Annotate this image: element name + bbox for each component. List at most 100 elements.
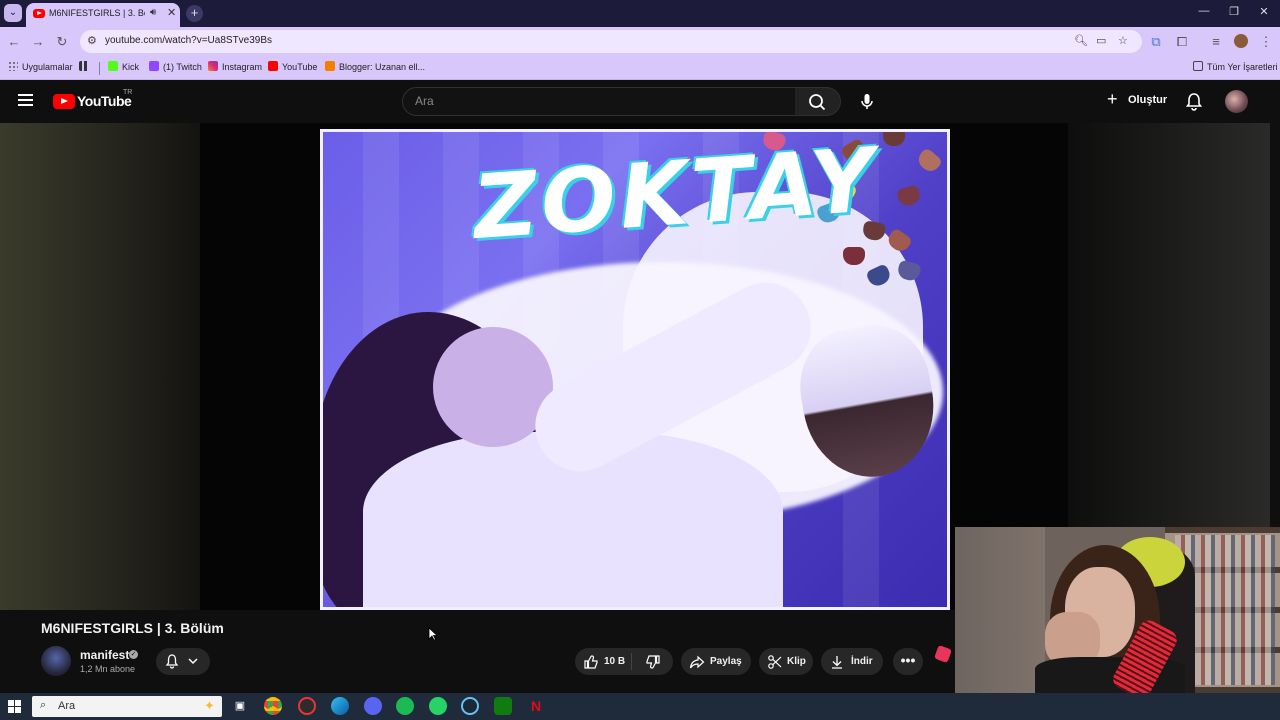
bookmark-blogger[interactable]: Blogger: Uzanan ell... [325, 61, 425, 72]
new-tab-button[interactable]: + [186, 5, 203, 22]
site-info-icon[interactable]: ⚙ [87, 34, 97, 47]
restore-icon[interactable]: ❐ [1224, 5, 1244, 18]
close-window-icon[interactable]: ✕ [1254, 5, 1274, 18]
edge-icon[interactable] [331, 697, 349, 715]
chevron-down-icon [188, 658, 198, 665]
minimize-icon[interactable]: — [1194, 5, 1214, 17]
capsule-image [883, 132, 905, 146]
steam-icon[interactable] [461, 697, 479, 715]
bookmark-apps[interactable]: Uygulamalar [8, 61, 73, 72]
folder-icon [1193, 61, 1203, 71]
subscription-bell-button[interactable] [156, 648, 210, 675]
spotify-icon[interactable] [396, 697, 414, 715]
back-icon[interactable]: ← [6, 34, 22, 49]
shorts-icon[interactable] [934, 645, 952, 663]
translate-icon[interactable]: ⧉ [1148, 34, 1164, 50]
share-icon [689, 655, 705, 669]
search-input[interactable] [415, 94, 775, 108]
extensions-icon[interactable]: ⧠ [1174, 34, 1190, 50]
copilot-sparkle-icon: ✦ [204, 698, 215, 713]
create-label: Oluştur [1128, 94, 1168, 106]
bookmark-star-icon[interactable]: ☆ [1118, 34, 1128, 47]
bookmark-youtube[interactable]: YouTube [268, 61, 317, 72]
zoom-icon[interactable]: 🔍︎ [1074, 34, 1088, 47]
more-menu-icon[interactable]: ⋮ [1258, 34, 1274, 50]
chrome-icon[interactable] [264, 697, 282, 715]
clip-label: Klip [787, 656, 806, 667]
instagram-icon [208, 61, 218, 71]
tab-close-icon[interactable]: ✕ [167, 6, 176, 19]
plus-icon: + [1107, 89, 1118, 109]
bookmark-separator [99, 62, 100, 75]
address-bar[interactable]: ⚙ youtube.com/watch?v=Ua8STve39Bs 🔍︎ ▭ ☆ [80, 30, 1142, 53]
voice-search-button[interactable] [852, 87, 882, 116]
hamburger-menu-icon[interactable] [18, 94, 33, 106]
subscriber-count: 1,2 Mn abone [80, 664, 136, 674]
scissors-icon [768, 655, 782, 669]
capsule-image [843, 247, 865, 265]
notifications-button[interactable] [1183, 90, 1205, 112]
tab-title: M6NIFESTGIRLS | 3. Bölüm [49, 8, 145, 18]
search-button[interactable] [795, 87, 841, 116]
download-button[interactable]: İndir [821, 648, 883, 675]
forward-icon[interactable]: → [30, 34, 46, 49]
thumbs-up-icon[interactable] [583, 654, 599, 670]
bell-icon [165, 654, 179, 669]
create-button[interactable]: + Oluştur [1104, 89, 1168, 113]
bookmark-twitch[interactable]: (1) Twitch [149, 61, 202, 72]
media-control-icon[interactable]: ≡ [1208, 34, 1224, 49]
bookmarks-bar: Uygulamalar Kick (1) Twitch Instagram Yo… [0, 56, 1280, 80]
share-button[interactable]: Paylaş [681, 648, 751, 675]
windows-start-icon[interactable] [8, 700, 21, 713]
youtube-icon [268, 61, 278, 71]
whatsapp-icon[interactable] [429, 697, 447, 715]
apps-icon [79, 61, 89, 71]
tab-search-icon[interactable]: ⌄ [4, 4, 22, 22]
webcam-overlay [955, 527, 1280, 693]
thumbs-down-icon[interactable] [645, 654, 661, 670]
clip-button[interactable]: Klip [759, 648, 813, 675]
capsule-image [914, 147, 944, 175]
twitch-icon [149, 61, 159, 71]
audio-playing-icon[interactable]: 🔊︎ [150, 7, 156, 18]
url-text[interactable]: youtube.com/watch?v=Ua8STve39Bs [105, 35, 272, 46]
youtube-logo-icon[interactable] [53, 94, 75, 109]
browser-tab-bar: ⌄ M6NIFESTGIRLS | 3. Bölüm 🔊︎ ✕ + — ❐ ✕ [0, 0, 1280, 27]
all-bookmarks[interactable]: Tüm Yer İşaretleri [1193, 61, 1278, 72]
obs-icon[interactable] [298, 697, 316, 715]
xbox-icon[interactable] [494, 697, 512, 715]
bookmark-kick[interactable]: Kick [108, 61, 139, 72]
taskbar-search[interactable]: ⌕ Ara ✦ [32, 696, 222, 717]
account-avatar[interactable] [1225, 90, 1248, 113]
video-frame[interactable]: ZOKTAY [320, 129, 950, 610]
browser-tab[interactable]: M6NIFESTGIRLS | 3. Bölüm 🔊︎ ✕ [26, 3, 180, 27]
mouse-cursor-icon [428, 627, 438, 641]
search-icon [809, 94, 826, 111]
reload-icon[interactable]: ↻ [54, 34, 70, 50]
install-app-icon[interactable]: ▭ [1096, 34, 1106, 47]
more-actions-button[interactable]: ••• [893, 648, 923, 675]
profile-avatar[interactable] [1234, 34, 1248, 48]
channel-avatar[interactable] [41, 646, 71, 676]
bookmark-instagram[interactable]: Instagram [208, 61, 262, 72]
youtube-header: YouTube TR + Oluştur [0, 80, 1270, 123]
region-code: TR [123, 89, 133, 96]
task-view-icon[interactable]: ▣ [231, 697, 249, 715]
channel-name[interactable]: manifest [80, 648, 129, 662]
taskbar-search-label: Ara [58, 700, 76, 712]
kick-icon [108, 61, 118, 71]
netflix-icon[interactable]: N [527, 697, 545, 715]
search-box[interactable] [402, 87, 796, 116]
verified-check-icon: ✓ [129, 650, 138, 659]
bookmark-apps-grid[interactable] [79, 61, 93, 72]
more-horizontal-icon: ••• [900, 652, 916, 668]
browser-toolbar: ← → ↻ ⚙ youtube.com/watch?v=Ua8STve39Bs … [0, 27, 1280, 56]
grid-icon [8, 61, 18, 71]
like-dislike-group: 10 B [575, 648, 673, 675]
discord-icon[interactable] [364, 697, 382, 715]
video-info: M6NIFESTGIRLS | 3. Bölüm manifest ✓ 1,2 … [0, 610, 955, 693]
webcam-background [955, 527, 1045, 693]
download-icon [832, 656, 842, 669]
like-count[interactable]: 10 B [604, 656, 625, 667]
like-divider [631, 653, 632, 670]
